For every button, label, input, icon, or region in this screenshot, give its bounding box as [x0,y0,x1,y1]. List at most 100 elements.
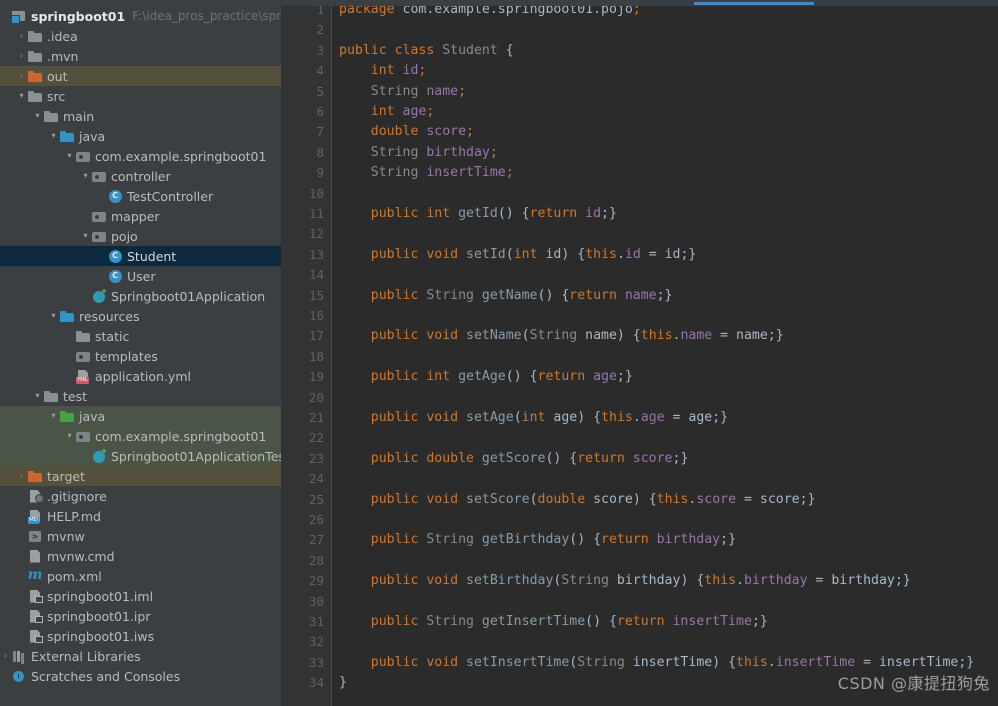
tree-item-help-md[interactable]: MD HELP.md [0,506,282,526]
tree-item-main[interactable]: ▾ main [0,106,282,126]
tree-item-label: pom.xml [47,568,102,584]
code-line[interactable]: public void setAge(int age) {this.age = … [339,408,728,428]
tree-item-src[interactable]: ▾ src [0,86,282,106]
code-line[interactable]: public class Student { [339,41,514,61]
chevron-down-icon[interactable]: ▾ [48,406,59,426]
tree-item-springboot01-ipr[interactable]: springboot01.ipr [0,606,282,626]
tree-item-mvnw[interactable]: mvnw [0,526,282,546]
tree-item-pojo[interactable]: ▾ pojo [0,226,282,246]
line-number: 30 [308,593,324,609]
code-line[interactable]: public void setName(String name) {this.n… [339,326,784,346]
tree-item-java[interactable]: ▾ java [0,126,282,146]
chevron-right-icon[interactable]: › [16,46,27,66]
editor-gutter[interactable]: 1 2 3 4 5 6 7 8 9 10 11 12 13 14 15 16 17 18 19 20 21 22 23 24 2… [282,2,332,706]
code-line[interactable]: public void setInsertTime(String insertT… [339,653,974,673]
tree-item-springboot01-iws[interactable]: springboot01.iws [0,626,282,646]
tree-item-mapper[interactable]: mapper [0,206,282,226]
chevron-down-icon[interactable]: ▾ [64,426,75,446]
tree-item-gitignore[interactable]: .gitignore [0,486,282,506]
line-number: 28 [308,552,324,568]
editor-tab-strip[interactable] [282,0,998,6]
tree-item-controller[interactable]: ▾ controller [0,166,282,186]
tree-item-com-example-springboot01[interactable]: ▾ com.example.springboot01 [0,146,282,166]
code-line[interactable]: String birthday; [339,143,498,163]
code-token: ;} [672,450,689,466]
chevron-down-icon[interactable]: ▾ [32,386,43,406]
tree-item-mvnw-cmd[interactable]: mvnw.cmd [0,546,282,566]
tree-item-label: springboot01.iws [47,628,155,644]
tree-item-static[interactable]: static [0,326,282,346]
code-line[interactable]: String insertTime; [339,163,514,183]
scratches-icon [11,668,27,684]
chevron-down-icon[interactable]: ▾ [48,126,59,146]
code-token: this [736,654,768,670]
code-token: double [537,491,594,507]
tree-item-test[interactable]: ▾ test [0,386,282,406]
chevron-down-icon[interactable]: ▾ [32,106,43,126]
tree-item-target[interactable]: › target [0,466,282,486]
code-token: ;} [720,532,737,548]
tree-item-idea[interactable]: › .idea [0,26,282,46]
tree-item-label: java [79,128,106,144]
code-line[interactable]: public int getId() {return id;} [339,204,617,224]
chevron-down-icon[interactable]: ▾ [80,166,91,186]
tree-item-out[interactable]: › out [0,66,282,86]
file-icon [27,548,43,564]
code-line[interactable]: String name; [339,82,466,102]
code-line[interactable]: public String getInsertTime() {return in… [339,612,768,632]
tree-item-testcontroller[interactable]: TestController [0,186,282,206]
code-line[interactable]: public void setId(int id) {this.id = id;… [339,245,697,265]
line-number: 18 [308,348,324,364]
chevron-right-icon[interactable]: › [0,646,11,666]
code-token: int [370,63,403,79]
code-line[interactable]: public void setScore(double score) {this… [339,490,816,510]
tree-item-label: .mvn [47,48,79,64]
chevron-right-icon[interactable]: › [16,466,27,486]
tree-item-springboot01applicationtests[interactable]: Springboot01ApplicationTests [0,446,282,466]
code-line[interactable]: public String getBirthday() {return birt… [339,530,736,550]
package-icon [75,428,91,444]
folder-icon [27,28,43,44]
code-token: public void [370,654,467,670]
code-line[interactable]: int age; [339,102,435,122]
chevron-down-icon[interactable]: ▾ [16,86,27,106]
code-line[interactable]: public int getAge() {return age;} [339,367,633,387]
project-tree[interactable]: › .idea › .mvn › out ▾ src ▾ main ▾ java ▾ com.exampl… [0,26,282,686]
tree-item-user[interactable]: User [0,266,282,286]
tree-item-java[interactable]: ▾ java [0,406,282,426]
code-line[interactable]: public double getScore() {return score;} [339,449,689,469]
tree-item-label: com.example.springboot01 [95,428,267,444]
code-editor[interactable]: 1 2 3 4 5 6 7 8 9 10 11 12 13 14 15 16 17 18 19 20 21 22 23 24 2… [282,0,998,706]
tree-item-student[interactable]: Student [0,246,282,266]
tree-item-label: java [79,408,106,424]
code-token: birthday [656,532,721,548]
tree-item-mvn[interactable]: › .mvn [0,46,282,66]
tree-item-scratches-and-consoles[interactable]: Scratches and Consoles [0,666,282,686]
chevron-down-icon[interactable]: ▾ [64,146,75,166]
code-line[interactable]: public String getName() {return name;} [339,286,673,306]
tree-item-springboot01application[interactable]: Springboot01Application [0,286,282,306]
chevron-down-icon[interactable]: ▾ [80,226,91,246]
code-line[interactable]: package com.example.springboot01.pojo; [339,6,641,20]
chevron-right-icon[interactable]: › [16,26,27,46]
tree-item-external-libraries[interactable]: › External Libraries [0,646,282,666]
tree-item-templates[interactable]: templates [0,346,282,366]
code-line[interactable]: } [339,673,347,693]
tree-item-springboot01-iml[interactable]: springboot01.iml [0,586,282,606]
tree-item-application-yml[interactable]: YML application.yml [0,366,282,386]
code-token: String [370,165,427,181]
project-tool-window[interactable]: springboot01 F:\idea_pros_practice\spring… [0,0,282,706]
chevron-right-icon[interactable]: › [16,66,27,86]
tree-item-label: static [95,328,130,344]
code-token: score [632,450,673,466]
editor-code-area[interactable]: package com.example.springboot01.pojo; pu… [333,6,998,706]
code-line[interactable]: public void setBirthday(String birthday)… [339,571,911,591]
code-line[interactable]: int id; [339,61,427,81]
project-root-row[interactable]: springboot01 F:\idea_pros_practice\spring… [0,6,282,26]
code-line[interactable]: double score; [339,122,474,142]
tree-item-label: mvnw [47,528,85,544]
tree-item-pom-xml[interactable]: pom.xml [0,566,282,586]
tree-item-resources[interactable]: ▾ resources [0,306,282,326]
chevron-down-icon[interactable]: ▾ [48,306,59,326]
tree-item-com-example-springboot01[interactable]: ▾ com.example.springboot01 [0,426,282,446]
